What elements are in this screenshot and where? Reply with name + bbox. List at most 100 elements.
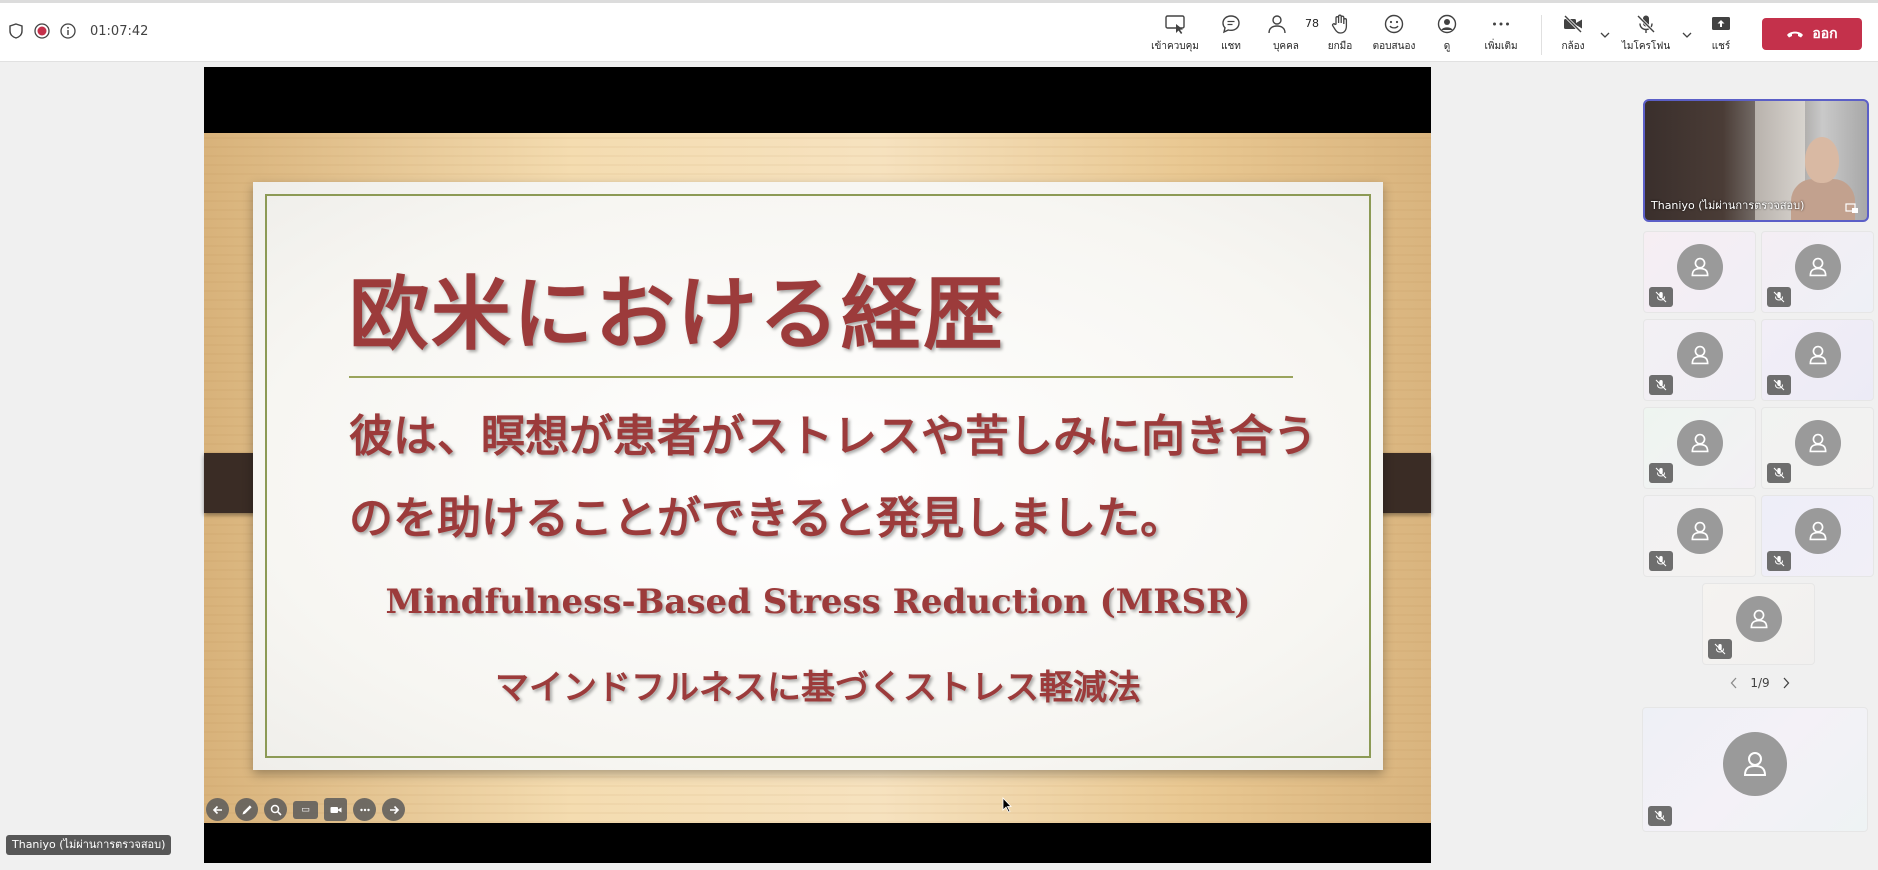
person-icon: [1691, 257, 1708, 277]
control-button[interactable]: เข้าควบคุม: [1145, 13, 1205, 57]
camera-options-chevron[interactable]: [1594, 13, 1616, 57]
avatar: [1676, 244, 1723, 290]
toolbar-divider: [1541, 15, 1542, 55]
person-icon: [1809, 433, 1826, 453]
person-icon: [1750, 609, 1767, 629]
mic-button[interactable]: ไมโครโฟน: [1616, 13, 1676, 57]
react-button[interactable]: ตอบสนอง: [1365, 13, 1423, 57]
speaker-face: [1805, 137, 1839, 183]
person-icon: [1809, 345, 1826, 365]
raise-hand-icon: [1331, 14, 1348, 34]
participant-tile[interactable]: [1761, 231, 1874, 313]
mic-options-chevron[interactable]: [1676, 13, 1698, 57]
video-button[interactable]: [324, 798, 347, 821]
view-button[interactable]: ดู: [1423, 13, 1471, 57]
participant-tile[interactable]: [1643, 495, 1756, 577]
self-video-tile[interactable]: [1642, 707, 1868, 832]
mic-off-icon: [1636, 14, 1656, 34]
chevron-down-icon: [1682, 32, 1692, 38]
camera-off-icon: [1563, 14, 1583, 34]
chevron-right-icon: [1783, 677, 1790, 689]
shared-screen: 欧米における経歴 彼は、瞑想が患者がストレスや苦しみに向き合う のを助けることが…: [204, 67, 1431, 863]
participant-tile[interactable]: [1643, 319, 1756, 401]
previous-page-button[interactable]: [1730, 677, 1738, 689]
chevron-left-icon: [1730, 677, 1737, 689]
presentation-slide: 欧米における経歴 彼は、瞑想が患者がストレスや苦しみに向き合う のを助けることが…: [204, 133, 1431, 823]
avatar: [1676, 508, 1723, 554]
shield-icon[interactable]: [8, 23, 24, 39]
mic-off-icon: [1654, 810, 1666, 822]
view-icon: [1437, 14, 1457, 34]
participant-tile[interactable]: [1761, 407, 1874, 489]
people-button[interactable]: 78 บุคคล: [1257, 13, 1319, 57]
recording-icon[interactable]: [34, 23, 50, 39]
active-speaker-tile[interactable]: Thaniyo (ไม่ผ่านการตรวจสอบ): [1643, 99, 1869, 222]
chat-button[interactable]: แชท: [1205, 13, 1257, 57]
slide-more-button[interactable]: [353, 798, 376, 821]
arrow-right-icon: [389, 805, 399, 814]
next-page-button[interactable]: [1782, 677, 1790, 689]
slide-subtitle-japanese: マインドフルネスに基づくストレス軽減法: [495, 668, 1141, 708]
camera-button[interactable]: กล้อง: [1552, 13, 1594, 57]
hang-up-icon: [1787, 31, 1804, 38]
people-icon: [1268, 15, 1286, 34]
mic-off-icon: [1655, 291, 1667, 303]
raise-hand-button[interactable]: ยกมือ: [1315, 13, 1365, 57]
participant-pager: 1/9: [1720, 676, 1800, 690]
meeting-timer: 01:07:42: [90, 23, 149, 39]
muted-indicator: [1649, 375, 1673, 395]
slide-controls: ▭: [206, 798, 405, 821]
mic-off-icon: [1773, 379, 1785, 391]
page-indicator: 1/9: [1750, 676, 1770, 690]
slide-paper: 欧米における経歴 彼は、瞑想が患者がストレスや苦しみに向き合う のを助けることが…: [253, 182, 1383, 770]
mic-off-icon: [1773, 467, 1785, 479]
mouse-cursor-icon: [1002, 797, 1012, 813]
mic-off-icon: [1773, 555, 1785, 567]
share-button[interactable]: แชร์: [1698, 13, 1744, 57]
participant-tile[interactable]: [1761, 319, 1874, 401]
toolbar-actions: เข้าควบคุม แชท 78 บุคคล ยกมือ ตอบสนอง ดู…: [1145, 13, 1878, 57]
magnifier-icon: [270, 804, 282, 816]
muted-indicator: [1649, 551, 1673, 571]
zoom-button[interactable]: [264, 798, 287, 821]
presenter-name-tag: Thaniyo (ไม่ผ่านการตรวจสอบ): [6, 835, 172, 855]
pen-icon: [242, 804, 252, 814]
arrow-left-icon: [212, 805, 222, 814]
captions-button[interactable]: ▭: [293, 800, 318, 819]
muted-indicator: [1649, 463, 1673, 483]
next-slide-button[interactable]: [382, 798, 405, 821]
mic-off-icon: [1655, 467, 1667, 479]
participant-tile[interactable]: [1761, 495, 1874, 577]
person-icon: [1743, 751, 1767, 776]
pen-tool-button[interactable]: [235, 798, 258, 821]
muted-indicator: [1767, 375, 1791, 395]
slide-body-line-2: のを助けることができると発見しました。: [349, 493, 1185, 544]
participant-tile[interactable]: [1702, 583, 1815, 665]
more-button[interactable]: เพิ่มเติม: [1471, 13, 1531, 57]
avatar: [1676, 332, 1723, 378]
emoji-icon: [1384, 14, 1404, 34]
captions-icon: ▭: [301, 804, 310, 815]
mic-off-icon: [1655, 555, 1667, 567]
leave-button[interactable]: ออก: [1762, 18, 1862, 50]
chevron-down-icon: [1600, 32, 1610, 38]
avatar: [1723, 731, 1787, 796]
avatar: [1794, 420, 1841, 466]
chat-icon: [1222, 15, 1240, 34]
participant-tile[interactable]: [1643, 407, 1756, 489]
avatar: [1794, 244, 1841, 290]
person-icon: [1691, 345, 1708, 365]
person-icon: [1809, 521, 1826, 541]
active-speaker-name: Thaniyo (ไม่ผ่านการตรวจสอบ): [1651, 199, 1805, 212]
muted-indicator: [1649, 287, 1673, 307]
previous-slide-button[interactable]: [206, 798, 229, 821]
avatar: [1676, 420, 1723, 466]
screen-share-indicator-icon: [1845, 203, 1858, 213]
present-control-icon: [1165, 15, 1185, 34]
mic-off-icon: [1773, 291, 1785, 303]
slide-subtitle-english: Mindfulness-Based Stress Reduction (MRSR…: [385, 582, 1251, 622]
person-icon: [1691, 433, 1708, 453]
info-icon[interactable]: [60, 23, 76, 39]
participant-tile[interactable]: [1643, 231, 1756, 313]
video-camera-icon: [330, 806, 341, 813]
